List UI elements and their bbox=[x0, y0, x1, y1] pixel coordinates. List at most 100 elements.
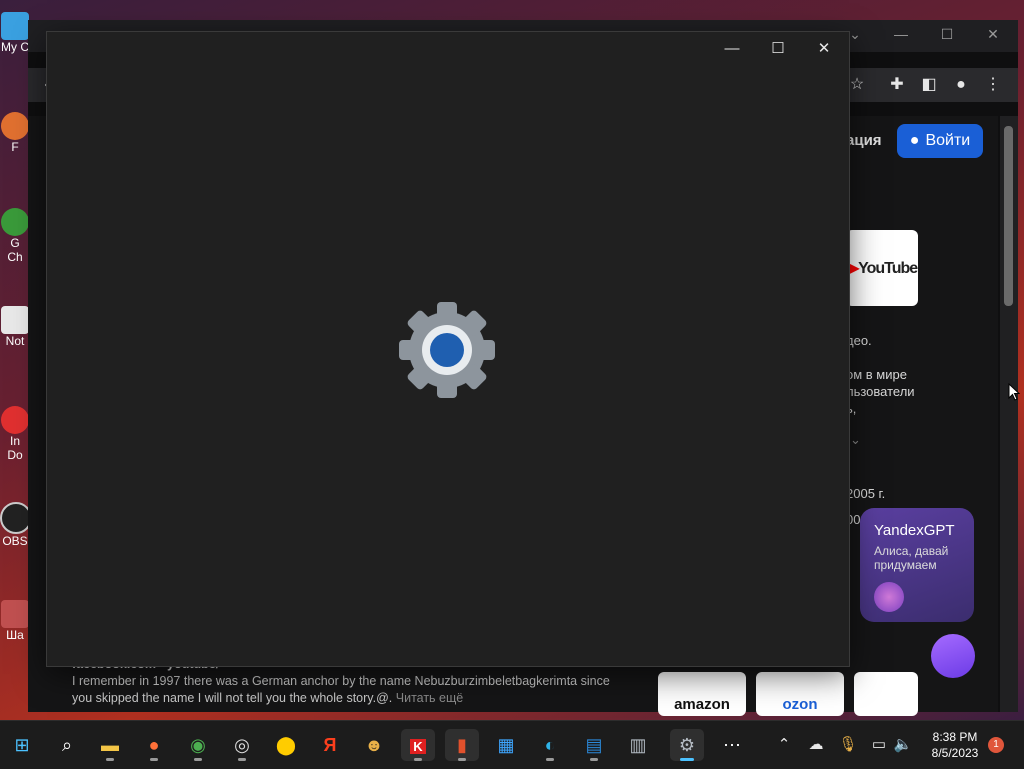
browser-close-button[interactable]: ✕ bbox=[978, 26, 1008, 43]
yandex-browser-icon: Я bbox=[323, 735, 337, 755]
side-panel-icon[interactable]: ◧ bbox=[918, 74, 940, 96]
page-text-line: део. bbox=[846, 333, 872, 348]
firefox-icon: ● bbox=[148, 735, 160, 755]
result-text: I remember in 1997 there was a German an… bbox=[72, 674, 610, 705]
taskbar-calendar[interactable]: ▤ bbox=[577, 729, 611, 761]
clock-time: 8:38 PM bbox=[932, 730, 978, 744]
yandexgpt-card[interactable]: YandexGPT Алиса, давай придумаем bbox=[860, 508, 974, 622]
my-computer-icon bbox=[1, 12, 29, 40]
desktop-icon-notepad[interactable]: Not bbox=[0, 306, 30, 348]
shop-label: amazon bbox=[674, 696, 730, 713]
nav-link-partial[interactable]: ация bbox=[846, 132, 882, 149]
extensions-icon[interactable]: ✚ bbox=[886, 74, 908, 96]
calculator-icon: ▥ bbox=[629, 735, 647, 755]
expand-chevron-icon[interactable]: ⌄ bbox=[850, 432, 861, 448]
yandex-market-icon: ⬤ bbox=[275, 735, 297, 755]
tray-overflow-chevron-icon[interactable]: ⌃ bbox=[773, 735, 795, 753]
game-icon bbox=[1, 600, 29, 628]
desktop-icon-game[interactable]: Ша bbox=[0, 600, 30, 642]
notification-badge[interactable]: 1 bbox=[988, 737, 1004, 753]
clock-date: 8/5/2023 bbox=[931, 746, 979, 760]
desktop-icon-app-f[interactable]: F bbox=[0, 112, 30, 154]
browser-maximize-button[interactable]: ☐ bbox=[932, 26, 962, 43]
taskbar-office[interactable]: ▮ bbox=[445, 729, 479, 761]
desktop-icon-label: G Ch bbox=[7, 236, 23, 264]
shop-label: ozon bbox=[782, 696, 818, 713]
network-icon[interactable]: ▭ bbox=[868, 735, 890, 753]
office-icon: ▮ bbox=[457, 735, 467, 755]
store-icon: ▦ bbox=[497, 735, 515, 755]
shop-tile-third[interactable] bbox=[854, 672, 918, 716]
desktop-icon-label: My C bbox=[1, 40, 29, 54]
alice-assistant-button[interactable] bbox=[931, 634, 975, 678]
taskbar-store[interactable]: ▦ bbox=[489, 729, 523, 761]
taskbar-edge[interactable]: ◐ bbox=[533, 729, 567, 761]
login-label: Войти bbox=[925, 132, 971, 149]
google-chrome-icon bbox=[1, 208, 29, 236]
start-icon: ⊞ bbox=[14, 735, 30, 755]
taskbar-more[interactable]: ⋯ bbox=[715, 729, 749, 761]
desktop-icon-my-computer[interactable]: My C bbox=[0, 12, 30, 54]
mouse-cursor-icon bbox=[1008, 383, 1020, 401]
more-icon: ⋯ bbox=[723, 735, 741, 755]
taskbar-file-explorer[interactable]: ▬ bbox=[93, 729, 127, 761]
start-button[interactable]: ⊞ bbox=[5, 729, 39, 761]
app-f-icon bbox=[1, 112, 29, 140]
edge-icon: ◐ bbox=[544, 735, 556, 755]
bookmark-star-icon[interactable]: ☆ bbox=[846, 74, 868, 96]
profile-icon[interactable]: ● bbox=[950, 74, 972, 96]
shop-tile-amazon[interactable]: amazon bbox=[658, 672, 746, 716]
settings-gear-icon bbox=[399, 302, 495, 398]
taskbar-game[interactable]: ☻ bbox=[357, 729, 391, 761]
search-icon: ⌕ bbox=[61, 735, 73, 755]
menu-icon[interactable]: ⋮ bbox=[982, 74, 1004, 96]
taskbar: ⊞ ⌕ ▬ ● ◉ ◎ ⬤ Я ☻ K ▮ ▦ ◐ ▤ ▥ ⚙ ⋯ ⌃ ☁ 🎙 … bbox=[0, 720, 1024, 769]
microphone-icon[interactable]: 🎙 bbox=[837, 735, 859, 753]
login-button[interactable]: ● Войти bbox=[897, 124, 983, 158]
page-scrollbar[interactable] bbox=[1000, 116, 1018, 712]
taskbar-yandex-market[interactable]: ⬤ bbox=[269, 729, 303, 761]
kaspersky-icon: K bbox=[410, 739, 426, 754]
settings-minimize-button[interactable]: — bbox=[715, 38, 749, 60]
page-text-line: ом в мире bbox=[846, 367, 907, 382]
file-explorer-icon: ▬ bbox=[101, 735, 119, 755]
read-more-link[interactable]: Читать ещё bbox=[396, 691, 463, 705]
taskbar-yandex-browser[interactable]: Я bbox=[313, 729, 347, 761]
page-text-line: льзователи bbox=[846, 384, 915, 399]
taskbar-settings[interactable]: ⚙ bbox=[670, 729, 704, 761]
desktop-icon-label: OBS bbox=[2, 534, 28, 548]
desktop-icon-label: Not bbox=[5, 334, 25, 348]
settings-maximize-button[interactable]: ☐ bbox=[761, 38, 795, 60]
desktop-icon-google-chrome[interactable]: G Ch bbox=[0, 208, 30, 264]
calendar-icon: ▤ bbox=[585, 735, 603, 755]
desktop-icon-label: Ша bbox=[6, 628, 24, 642]
settings-icon: ⚙ bbox=[678, 735, 696, 755]
obs-icon: ◎ bbox=[234, 735, 250, 755]
desktop-icon-installer[interactable]: In Do bbox=[0, 406, 30, 462]
taskbar-clock[interactable]: 8:38 PM 8/5/2023 bbox=[920, 729, 990, 761]
onedrive-icon[interactable]: ☁ bbox=[805, 735, 827, 753]
youtube-card[interactable]: ▶YouTube bbox=[846, 230, 918, 306]
installer-icon bbox=[1, 406, 29, 434]
desktop-icon-label: In Do bbox=[7, 434, 23, 462]
yandexgpt-subtitle: Алиса, давай придумаем bbox=[874, 544, 949, 572]
taskbar-kaspersky[interactable]: K bbox=[401, 729, 435, 761]
taskbar-firefox[interactable]: ● bbox=[137, 729, 171, 761]
alice-orb-icon bbox=[874, 582, 904, 612]
volume-icon[interactable]: 🔈 bbox=[892, 735, 914, 753]
shop-tile-ozon[interactable]: ozon bbox=[756, 672, 844, 716]
scrollbar-thumb[interactable] bbox=[1004, 126, 1013, 306]
settings-window: — ☐ ✕ bbox=[47, 32, 849, 666]
browser-minimize-button[interactable]: — bbox=[886, 26, 916, 42]
search-button[interactable]: ⌕ bbox=[50, 729, 84, 761]
desktop-icon-label: F bbox=[11, 140, 19, 154]
taskbar-calculator[interactable]: ▥ bbox=[621, 729, 655, 761]
desktop-icon-obs[interactable]: OBS bbox=[0, 502, 32, 548]
chrome-icon: ◉ bbox=[190, 735, 206, 755]
settings-close-button[interactable]: ✕ bbox=[807, 38, 841, 60]
yandexgpt-title: YandexGPT bbox=[874, 522, 955, 539]
taskbar-obs[interactable]: ◎ bbox=[225, 729, 259, 761]
notepad-icon bbox=[1, 306, 29, 334]
taskbar-chrome[interactable]: ◉ bbox=[181, 729, 215, 761]
user-icon: ● bbox=[909, 132, 920, 149]
